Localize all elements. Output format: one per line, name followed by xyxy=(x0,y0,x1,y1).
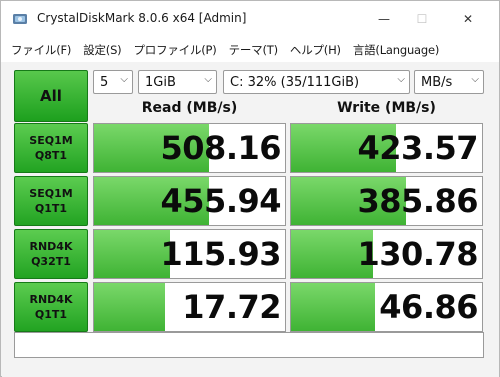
unit-value: MB/s xyxy=(421,74,453,90)
test-queue: Q1T1 xyxy=(34,202,68,215)
write-result-rnd4k-q32t1: 130.78 xyxy=(290,229,483,279)
window-title: CrystalDiskMark 8.0.6 x64 [Admin] xyxy=(37,11,247,25)
menu-help[interactable]: ヘルプ(H) xyxy=(286,42,345,58)
read-column-header: Read (MB/s) xyxy=(141,100,238,116)
close-button[interactable]: ✕ xyxy=(445,1,491,37)
chevron-down-icon: ⌵ xyxy=(397,74,405,85)
menu-bar: ファイル(F) 設定(S) プロファイル(P) テーマ(T) ヘルプ(H) 言語… xyxy=(1,37,499,62)
write-value: 423.57 xyxy=(357,129,479,167)
menu-file[interactable]: ファイル(F) xyxy=(7,42,75,58)
read-bar xyxy=(94,230,171,278)
write-value: 46.86 xyxy=(379,288,478,326)
menu-profile[interactable]: プロファイル(P) xyxy=(129,42,220,58)
test-queue: Q32T1 xyxy=(31,255,71,268)
test-size-select[interactable]: 1GiB ⌵ xyxy=(138,70,217,94)
write-value: 385.86 xyxy=(357,182,479,220)
test-name: RND4K xyxy=(29,240,73,253)
test-button-rnd4k-q1t1[interactable]: RND4K Q1T1 xyxy=(14,282,88,332)
read-result-rnd4k-q1t1: 17.72 xyxy=(93,282,286,332)
test-button-rnd4k-q32t1[interactable]: RND4K Q32T1 xyxy=(14,229,88,279)
menu-settings[interactable]: 設定(S) xyxy=(79,42,125,58)
test-button-seq1m-q1t1[interactable]: SEQ1M Q1T1 xyxy=(14,176,88,226)
comment-field[interactable] xyxy=(14,332,484,358)
chevron-down-icon: ⌵ xyxy=(120,74,128,85)
read-result-seq1m-q1t1: 455.94 xyxy=(93,176,286,226)
drive-select[interactable]: C: 32% (35/111GiB) ⌵ xyxy=(223,70,410,94)
title-bar: CrystalDiskMark 8.0.6 x64 [Admin] — ☐ ✕ xyxy=(1,1,499,37)
crystaldiskmark-app-icon xyxy=(13,14,27,24)
read-value: 115.93 xyxy=(160,235,282,273)
menu-language[interactable]: 言語(Language) xyxy=(349,42,443,58)
menu-theme[interactable]: テーマ(T) xyxy=(225,42,282,58)
test-queue: Q1T1 xyxy=(34,308,68,321)
write-result-seq1m-q8t1: 423.57 xyxy=(290,123,483,173)
benchmark-panel: All 5 ⌵ 1GiB ⌵ C: 32% (35/111GiB) ⌵ MB/s… xyxy=(2,62,499,377)
write-value: 130.78 xyxy=(357,235,479,273)
test-name: SEQ1M xyxy=(29,134,73,147)
read-result-seq1m-q8t1: 508.16 xyxy=(93,123,286,173)
write-result-rnd4k-q1t1: 46.86 xyxy=(290,282,483,332)
read-value: 17.72 xyxy=(182,288,281,326)
chevron-down-icon: ⌵ xyxy=(471,74,479,85)
test-name: SEQ1M xyxy=(29,187,73,200)
app-window: CrystalDiskMark 8.0.6 x64 [Admin] — ☐ ✕ … xyxy=(0,0,500,377)
write-column-header: Write (MB/s) xyxy=(337,100,436,116)
write-result-seq1m-q1t1: 385.86 xyxy=(290,176,483,226)
chevron-down-icon: ⌵ xyxy=(204,74,212,85)
test-count-value: 5 xyxy=(100,74,109,90)
test-size-value: 1GiB xyxy=(145,74,176,90)
read-value: 455.94 xyxy=(160,182,282,220)
read-bar xyxy=(94,283,165,331)
write-bar xyxy=(291,283,376,331)
all-tests-button[interactable]: All xyxy=(14,70,88,122)
test-button-seq1m-q8t1[interactable]: SEQ1M Q8T1 xyxy=(14,123,88,173)
drive-value: C: 32% (35/111GiB) xyxy=(230,74,360,90)
maximize-button[interactable]: ☐ xyxy=(399,1,445,37)
unit-select[interactable]: MB/s ⌵ xyxy=(414,70,484,94)
read-result-rnd4k-q32t1: 115.93 xyxy=(93,229,286,279)
test-name: RND4K xyxy=(29,293,73,306)
test-queue: Q8T1 xyxy=(34,149,68,162)
read-value: 508.16 xyxy=(160,129,282,167)
test-count-select[interactable]: 5 ⌵ xyxy=(93,70,133,94)
